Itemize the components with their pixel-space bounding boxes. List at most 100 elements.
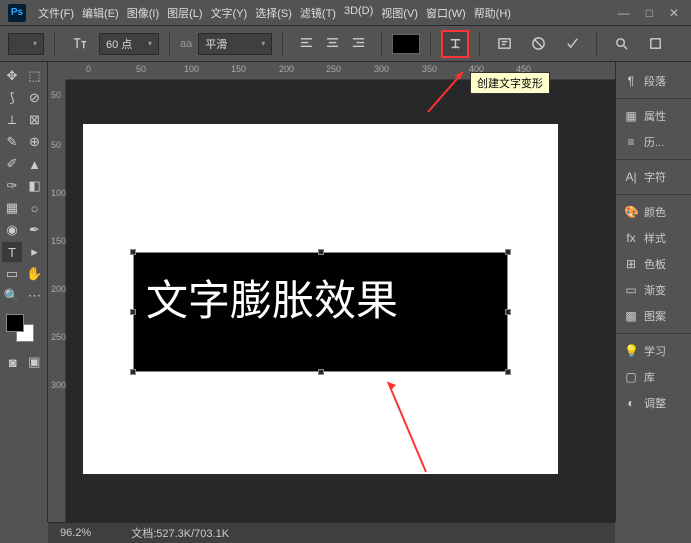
- color-swatches[interactable]: [2, 312, 45, 342]
- dodge-tool[interactable]: ◉: [2, 220, 22, 240]
- tool-preset-picker[interactable]: ▾: [8, 33, 44, 55]
- menu-filter[interactable]: 滤镜(T): [298, 3, 338, 23]
- handle-top-right[interactable]: [505, 249, 511, 255]
- menu-3d[interactable]: 3D(D): [342, 3, 375, 23]
- crop-tool[interactable]: ⟂: [2, 110, 22, 130]
- zoom-tool[interactable]: 🔍: [2, 286, 22, 306]
- text-color-swatch[interactable]: [392, 34, 420, 54]
- title-bar: Ps 文件(F) 编辑(E) 图像(I) 图层(L) 文字(Y) 选择(S) 滤…: [0, 0, 691, 26]
- search-icon[interactable]: [607, 30, 635, 58]
- history-brush-tool[interactable]: ✑: [2, 176, 22, 196]
- handle-mid-right[interactable]: [505, 309, 511, 315]
- pen-tool[interactable]: ✒: [25, 220, 45, 240]
- menu-edit[interactable]: 编辑(E): [80, 3, 121, 23]
- antialias-combo[interactable]: 平滑▾: [198, 33, 272, 55]
- marquee-tool[interactable]: ⬚: [25, 66, 45, 86]
- close-button[interactable]: ✕: [669, 6, 679, 20]
- menu-help[interactable]: 帮助(H): [472, 3, 513, 23]
- panel-character[interactable]: A|字符: [616, 164, 691, 190]
- lasso-tool[interactable]: ⟆: [2, 88, 22, 108]
- menu-image[interactable]: 图像(I): [125, 3, 161, 23]
- history-icon: ≡: [624, 135, 638, 149]
- align-left-button[interactable]: [293, 33, 319, 55]
- options-bar: ▾ 60 点▾ aa 平滑▾: [0, 26, 691, 62]
- align-right-button[interactable]: [345, 33, 371, 55]
- vertical-ruler[interactable]: 50 50 100 150 200 250 300: [48, 80, 66, 522]
- panel-swatches[interactable]: ⊞色板: [616, 251, 691, 277]
- cancel-button[interactable]: [524, 30, 552, 58]
- panel-adjustments[interactable]: ◐调整: [616, 390, 691, 416]
- adjustments-icon: ◐: [624, 396, 638, 410]
- menu-layer[interactable]: 图层(L): [165, 3, 204, 23]
- panel-color[interactable]: 🎨颜色: [616, 199, 691, 225]
- foreground-color[interactable]: [6, 314, 24, 332]
- warp-tooltip: 创建文字变形: [470, 72, 550, 94]
- brush-tool[interactable]: ✐: [2, 154, 22, 174]
- panel-styles[interactable]: fx样式: [616, 225, 691, 251]
- text-orientation-button[interactable]: [65, 30, 93, 58]
- quickmask-button[interactable]: ◙: [3, 352, 23, 372]
- menu-window[interactable]: 窗口(W): [424, 3, 468, 23]
- eraser-tool[interactable]: ◧: [25, 176, 45, 196]
- text-selection-box[interactable]: 文字膨胀效果: [133, 252, 508, 372]
- canvas-area[interactable]: 0 50 100 150 200 250 300 350 400 450 50 …: [48, 62, 615, 522]
- move-tool[interactable]: ✥: [2, 66, 22, 86]
- stamp-tool[interactable]: ▲: [25, 154, 45, 174]
- paragraph-icon: ¶: [624, 74, 638, 88]
- app-logo: Ps: [8, 4, 26, 22]
- handle-bot-right[interactable]: [505, 369, 511, 375]
- screenmode-button[interactable]: ▣: [24, 352, 44, 372]
- handle-bot-mid[interactable]: [318, 369, 324, 375]
- right-panel-dock: ¶段落 ▦属性 ≡历... A|字符 🎨颜色 fx样式 ⊞色板 ▭渐变 ▩图案 …: [615, 62, 691, 522]
- panel-paragraph[interactable]: ¶段落: [616, 68, 691, 94]
- handle-mid-left[interactable]: [130, 309, 136, 315]
- maximize-button[interactable]: □: [646, 6, 653, 20]
- shape-tool[interactable]: ▭: [2, 264, 22, 284]
- patterns-icon: ▩: [624, 309, 638, 323]
- menu-type[interactable]: 文字(Y): [209, 3, 250, 23]
- path-select-tool[interactable]: ▸: [25, 242, 45, 262]
- antialias-icon: aa: [180, 38, 192, 50]
- panel-patterns[interactable]: ▩图案: [616, 303, 691, 329]
- eyedropper-tool[interactable]: ✎: [2, 132, 22, 152]
- panel-libraries[interactable]: ▢库: [616, 364, 691, 390]
- share-icon[interactable]: [641, 30, 669, 58]
- healing-tool[interactable]: ⊕: [25, 132, 45, 152]
- frame-tool[interactable]: ⊠: [25, 110, 45, 130]
- gradients-icon: ▭: [624, 283, 638, 297]
- handle-top-left[interactable]: [130, 249, 136, 255]
- text-align-group: [293, 33, 371, 55]
- panel-history[interactable]: ≡历...: [616, 129, 691, 155]
- font-size-combo[interactable]: 60 点▾: [99, 33, 159, 55]
- handle-top-mid[interactable]: [318, 249, 324, 255]
- canvas-text-content[interactable]: 文字膨胀效果: [146, 267, 398, 328]
- menu-view[interactable]: 视图(V): [379, 3, 420, 23]
- commit-button[interactable]: [558, 30, 586, 58]
- text-tool[interactable]: T: [2, 242, 22, 262]
- menu-file[interactable]: 文件(F): [36, 3, 76, 23]
- minimize-button[interactable]: —: [618, 6, 630, 20]
- align-center-button[interactable]: [319, 33, 345, 55]
- zoom-level[interactable]: 96.2%: [60, 527, 91, 539]
- swatches-icon: ⊞: [624, 257, 638, 271]
- panel-learn[interactable]: 💡学习: [616, 338, 691, 364]
- antialias-value: 平滑: [205, 36, 227, 52]
- edit-toolbar[interactable]: ⋯: [25, 286, 45, 306]
- blur-tool[interactable]: ○: [25, 198, 45, 218]
- panel-gradients[interactable]: ▭渐变: [616, 277, 691, 303]
- character-icon: A|: [624, 170, 638, 184]
- menu-bar: 文件(F) 编辑(E) 图像(I) 图层(L) 文字(Y) 选择(S) 滤镜(T…: [36, 3, 618, 23]
- character-panel-button[interactable]: [490, 30, 518, 58]
- panel-properties[interactable]: ▦属性: [616, 103, 691, 129]
- learn-icon: 💡: [624, 344, 638, 358]
- ruler-origin[interactable]: [48, 62, 66, 80]
- doc-info[interactable]: 文档:527.3K/703.1K: [131, 525, 229, 541]
- color-icon: 🎨: [624, 205, 638, 219]
- hand-tool[interactable]: ✋: [25, 264, 45, 284]
- quick-select-tool[interactable]: ⊘: [25, 88, 45, 108]
- gradient-tool[interactable]: ▦: [2, 198, 22, 218]
- handle-bot-left[interactable]: [130, 369, 136, 375]
- toolbox: ✥ ⬚ ⟆ ⊘ ⟂ ⊠ ✎ ⊕ ✐ ▲ ✑ ◧ ▦ ○ ◉ ✒ T ▸ ▭ ✋ …: [0, 62, 48, 522]
- warp-text-button[interactable]: [441, 30, 469, 58]
- menu-select[interactable]: 选择(S): [253, 3, 294, 23]
